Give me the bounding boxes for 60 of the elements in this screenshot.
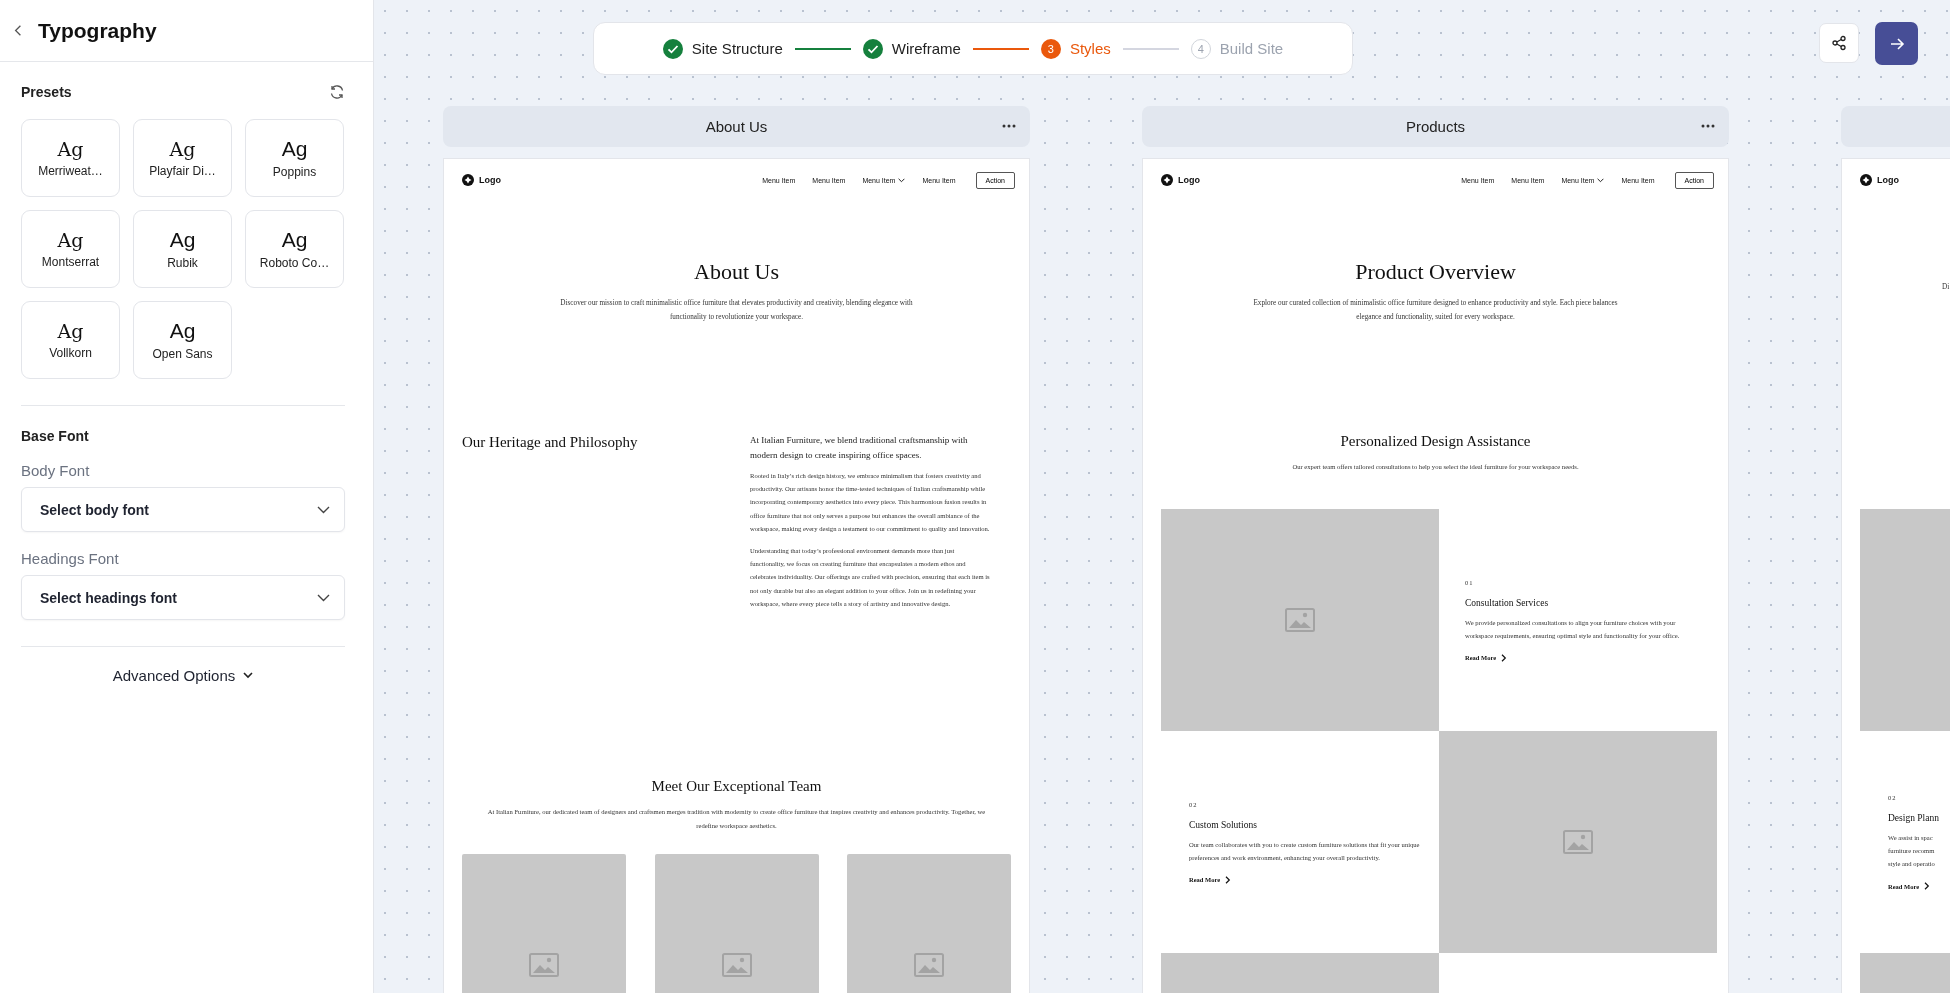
font-preset-card[interactable]: Ag Vollkorn [21,301,120,379]
font-preset-card[interactable]: Ag Poppins [245,119,344,197]
image-icon [529,953,559,977]
more-icon[interactable] [1701,124,1715,128]
caret-icon [898,177,906,183]
step-tab[interactable]: 3 Styles [1040,38,1111,59]
hero-heading: About Us [693,259,780,285]
lead-text: At Italian Furniture, we blend traditional craftsmanship with modern design to create inspiring office spaces. [750,434,969,462]
share-icon [1831,35,1847,51]
chevron-right-icon [1225,875,1232,884]
hero-heading: Product Overview [1354,259,1517,285]
field-label: Body Font [21,462,91,479]
caret-icon [1597,177,1605,183]
feature-title: Design Plann [1888,813,1940,823]
section-title: Base Font [21,428,90,444]
next-button[interactable] [1875,22,1918,65]
section-title: Presets [21,84,72,100]
font-preset-card[interactable]: Ag Open Sans [133,301,232,379]
arrow-right-icon [1888,35,1905,52]
font-preset-card[interactable]: Ag Merriweat… [21,119,120,197]
logo-text: Logo [1877,175,1899,185]
page-title: About Us [705,118,768,135]
image-icon [914,953,944,977]
logo-icon [462,174,474,186]
field-label: Headings Font [21,550,120,567]
more-icon[interactable] [1002,124,1016,128]
image-icon [721,953,752,977]
advanced-options-button[interactable]: Advanced Options [112,667,254,684]
chevron-down-icon [243,672,254,679]
share-button[interactable] [1819,23,1859,63]
logo-icon [1860,174,1872,186]
section-heading: Our Heritage and Philosophy [462,433,639,452]
check-circle-icon [662,38,683,59]
font-preset-card[interactable]: Ag Roboto Co… [245,210,344,288]
chevron-right-icon [1501,653,1508,662]
image-icon [1285,608,1315,632]
panel-title: Typography [38,18,157,43]
step-tab[interactable]: Wireframe [862,38,961,59]
section-heading: Personalized Design Assistance [1339,433,1532,450]
font-preset-card[interactable]: Ag Playfair Di… [133,119,232,197]
logo-text: Logo [479,175,501,185]
page-title: Products [1405,118,1466,135]
check-circle-icon [862,38,883,59]
feature-title: Custom Solutions [1189,819,1258,830]
chevron-down-icon [317,505,330,514]
feature-title: Consultation Services [1465,597,1550,608]
image-icon [1563,830,1593,854]
step-number: 3 [1040,38,1061,59]
back-icon[interactable] [14,24,22,37]
logo-text: Logo [1178,175,1200,185]
section-heading: Meet Our Exceptional Team [650,778,823,795]
font-select[interactable]: Select headings font [21,575,345,620]
font-preset-card[interactable]: Ag Montserrat [21,210,120,288]
font-preset-card[interactable]: Ag Rubik [133,210,232,288]
logo-icon [1161,174,1173,186]
refresh-icon[interactable] [329,84,345,100]
step-tab[interactable]: Site Structure [662,38,783,59]
chevron-down-icon [317,593,330,602]
chevron-right-icon [1924,882,1931,890]
font-select[interactable]: Select body font [21,487,345,532]
